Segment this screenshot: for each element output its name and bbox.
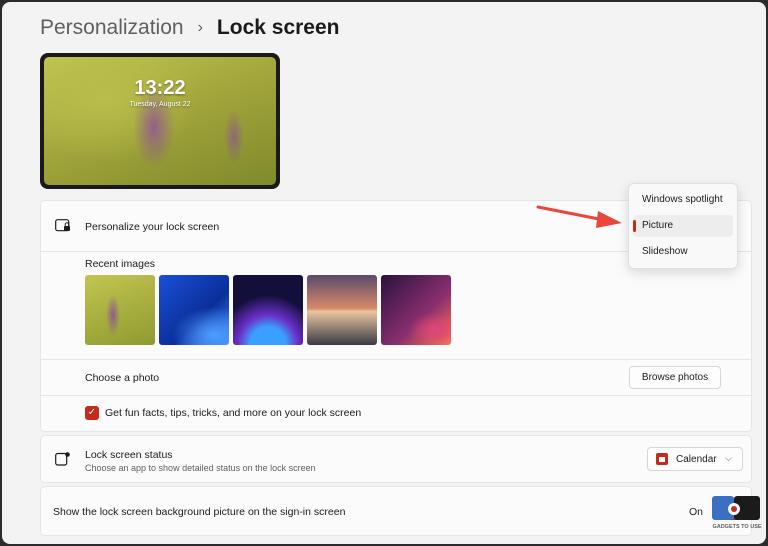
- page-title: Lock screen: [216, 16, 340, 39]
- lock-screen-status-icon: [55, 452, 70, 466]
- lock-screen-status-subtitle: Choose an app to show detailed status on…: [85, 463, 316, 473]
- recent-image-flowers[interactable]: [85, 275, 155, 345]
- lock-screen-status-card: Lock screen status Choose an app to show…: [40, 435, 752, 483]
- status-app-value: Calendar: [676, 453, 717, 465]
- preview-background-image: 13:22 Tuesday, August 22: [44, 57, 276, 185]
- gadgets-to-use-watermark: GADGETS TO USE: [710, 494, 764, 536]
- lock-screen-status-title: Lock screen status: [85, 449, 173, 461]
- breadcrumb-personalization[interactable]: Personalization: [40, 16, 184, 40]
- personalize-title: Personalize your lock screen: [85, 221, 220, 233]
- dropdown-option-slideshow[interactable]: Slideshow: [633, 241, 733, 263]
- calendar-icon: [656, 453, 668, 465]
- recent-image-sunset[interactable]: [307, 275, 377, 345]
- recent-images-label: Recent images: [85, 258, 156, 270]
- watermark-text: GADGETS TO USE: [712, 524, 762, 530]
- recent-image-ribbon[interactable]: [381, 275, 451, 345]
- lock-screen-preview: 13:22 Tuesday, August 22: [40, 53, 280, 189]
- selected-indicator: [633, 220, 636, 232]
- watermark-logo-icon: [712, 496, 760, 520]
- status-app-select[interactable]: Calendar ⌵: [647, 447, 743, 471]
- preview-date: Tuesday, August 22: [129, 101, 191, 108]
- dropdown-option-windows-spotlight[interactable]: Windows spotlight: [633, 189, 733, 211]
- recent-image-blue-bloom[interactable]: [159, 275, 229, 345]
- breadcrumb: Personalization › Lock screen: [40, 16, 340, 40]
- dropdown-option-picture-label: Picture: [642, 220, 674, 231]
- settings-window: Personalization › Lock screen 13:22 Tues…: [2, 2, 766, 544]
- breadcrumb-separator: ›: [197, 19, 203, 36]
- lock-screen-icon: [55, 219, 70, 232]
- preview-time: 13:22: [134, 77, 186, 99]
- choose-photo-row: Choose a photo Browse photos: [41, 359, 751, 396]
- recent-image-glow[interactable]: [233, 275, 303, 345]
- recent-images-list: [85, 275, 451, 345]
- chevron-down-icon: ⌵: [725, 453, 732, 463]
- fun-facts-row: ✓ Get fun facts, tips, tricks, and more …: [41, 395, 751, 432]
- browse-photos-button[interactable]: Browse photos: [629, 366, 721, 389]
- dropdown-option-picture[interactable]: Picture: [633, 215, 733, 237]
- fun-facts-label: Get fun facts, tips, tricks, and more on…: [105, 407, 362, 419]
- signin-background-card: Show the lock screen background picture …: [40, 486, 752, 536]
- signin-background-label: Show the lock screen background picture …: [53, 506, 346, 518]
- background-type-dropdown: Windows spotlight Picture Slideshow: [628, 183, 738, 269]
- red-arrow-annotation: [536, 205, 622, 228]
- fun-facts-checkbox[interactable]: ✓: [85, 406, 99, 420]
- choose-photo-label: Choose a photo: [85, 372, 160, 384]
- signin-toggle-state: On: [689, 506, 704, 518]
